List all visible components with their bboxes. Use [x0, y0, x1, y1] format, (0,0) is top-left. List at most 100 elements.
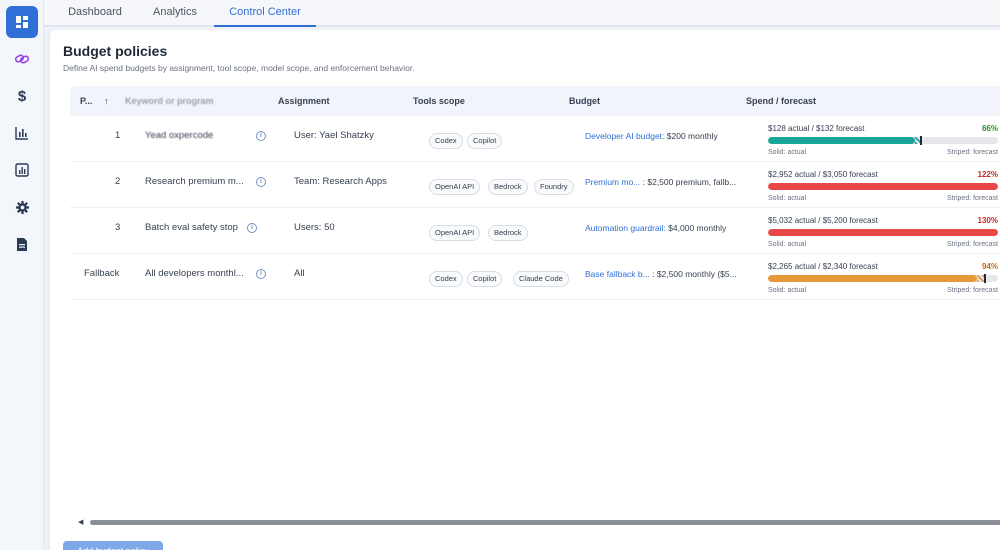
assignment-cell: Users: 50 [294, 222, 335, 233]
dollar-icon: $ [17, 87, 27, 105]
column-header-priority[interactable]: P... [80, 86, 92, 116]
add-budget-policy-button[interactable]: Add budget policy [63, 541, 163, 550]
budget-cell: Developer AI budget: $200 monthly [585, 131, 718, 141]
column-header-name[interactable]: Keyword or program [125, 86, 214, 116]
table-row[interactable]: Fallback All developers monthl... i All Code… [70, 254, 1000, 300]
info-icon[interactable]: i [256, 177, 266, 187]
priority-cell: 2 [115, 176, 121, 187]
budget-detail: $200 monthly [666, 131, 718, 141]
bar-chart-icon [15, 127, 28, 140]
budget-detail: $4,000 monthly [668, 223, 727, 233]
forecast-marker [984, 274, 986, 283]
budget-detail: : $2,500 premium, fallb... [642, 177, 737, 187]
table-header: P... ↑ Keyword or program Assignment Too… [70, 86, 1000, 116]
link-icon [14, 54, 30, 64]
main-area: Dashboard Analytics Control Center Budge… [44, 0, 1000, 550]
column-header-spend-forecast[interactable]: Spend / forecast [746, 86, 816, 116]
policy-name[interactable]: Yead oxpercode [145, 130, 213, 141]
priority-cell: 3 [115, 222, 121, 233]
budget-link[interactable]: Premium mo... [585, 177, 640, 187]
tool-chip: Codex [429, 271, 463, 287]
tab-analytics[interactable]: Analytics [144, 0, 206, 27]
actual-fill [768, 183, 998, 190]
horizontal-scrollbar[interactable]: ◀ [78, 518, 1000, 526]
report-chart-icon [15, 163, 29, 177]
sidebar: $ [0, 0, 44, 550]
spend-progress-bar [768, 275, 998, 282]
tool-chip: Copilot [467, 271, 503, 287]
sort-ascending-icon[interactable]: ↑ [104, 86, 109, 116]
tab-control-center[interactable]: Control Center [214, 0, 316, 27]
tool-chip: OpenAI API [429, 225, 481, 241]
budget-policies-card: Budget policies Define AI spend budgets … [50, 30, 1000, 550]
budget-link[interactable]: Automation guardrail: [585, 223, 666, 233]
tool-chip: Bedrock [488, 179, 528, 195]
spend-progress-bar [768, 229, 998, 236]
tool-chip: Codex [429, 133, 463, 149]
budget-cell: Base fallback b... : $2,500 monthly ($5.… [585, 269, 737, 279]
spend-progress-bar [768, 137, 998, 144]
column-header-tools-scope[interactable]: Tools scope [413, 86, 465, 116]
nav-billing-button[interactable]: $ [6, 80, 38, 112]
spend-percent: 66% [981, 124, 998, 133]
budget-cell: Premium mo... : $2,500 premium, fallb... [585, 177, 736, 187]
column-header-assignment[interactable]: Assignment [278, 86, 330, 116]
assignment-cell: Team: Research Apps [294, 176, 387, 187]
page-title: Budget policies [63, 43, 168, 59]
spend-text: $2,952 actual / $3,050 forecast [768, 170, 878, 179]
tab-dashboard[interactable]: Dashboard [60, 0, 130, 27]
spend-progress-bar [768, 183, 998, 190]
priority-cell: 1 [115, 130, 121, 141]
gear-icon [15, 200, 29, 214]
budget-cell: Automation guardrail: $4,000 monthly [585, 223, 726, 233]
actual-fill [768, 275, 977, 282]
nav-settings-button[interactable] [6, 191, 38, 223]
nav-analytics-button[interactable] [6, 117, 38, 149]
spend-percent: 130% [977, 216, 998, 225]
table-row[interactable]: 2 Research premium m... i Team: Research Ap… [70, 162, 1000, 208]
nav-reports-button[interactable] [6, 154, 38, 186]
spend-percent: 94% [981, 262, 998, 271]
legend-striped-label: Striped: forecast [947, 287, 998, 294]
legend-solid-label: Solid: actual [768, 287, 807, 294]
assignment-cell: User: Yael Shatzky [294, 130, 374, 141]
forecast-fill [977, 275, 984, 282]
assignment-cell: All [294, 268, 305, 279]
tool-chip: Foundry [534, 179, 574, 195]
column-header-budget[interactable]: Budget [569, 86, 600, 116]
tool-chip: Claude Code [513, 271, 569, 287]
nav-integrations-button[interactable] [6, 43, 38, 75]
policy-name[interactable]: All developers monthl... [145, 268, 244, 279]
legend-striped-label: Striped: forecast [947, 241, 998, 248]
priority-cell: Fallback [84, 268, 120, 279]
tab-bar: Dashboard Analytics Control Center [44, 0, 1000, 27]
actual-fill [768, 229, 998, 236]
spend-text: $2,265 actual / $2,340 forecast [768, 262, 878, 271]
spend-percent: 122% [977, 170, 998, 179]
nav-dashboard-button[interactable] [6, 6, 38, 38]
budget-link[interactable]: Base fallback b... [585, 269, 650, 279]
policy-name[interactable]: Research premium m... [145, 176, 244, 187]
page-subtitle: Define AI spend budgets by assignment, t… [63, 63, 415, 73]
legend-striped-label: Striped: forecast [947, 149, 998, 156]
policy-name[interactable]: Batch eval safety stop [145, 222, 238, 233]
spend-text: $128 actual / $132 forecast [768, 124, 865, 133]
dashboard-icon [16, 16, 28, 28]
tool-chip: Copilot [467, 133, 503, 149]
legend-solid-label: Solid: actual [768, 241, 807, 248]
legend-striped-label: Striped: forecast [947, 195, 998, 202]
budget-link[interactable]: Developer AI budget: [585, 131, 664, 141]
scroll-left-icon[interactable]: ◀ [78, 518, 83, 526]
table-row[interactable]: 1 Yead oxpercode i User: Yael Shatzky Codex C… [70, 116, 1000, 162]
info-icon[interactable]: i [256, 269, 266, 279]
info-icon[interactable]: i [247, 223, 257, 233]
table-row[interactable]: 3 Batch eval safety stop i Users: 50 OpenAI … [70, 208, 1000, 254]
actual-fill [768, 137, 915, 144]
info-icon[interactable]: i [256, 131, 266, 141]
nav-documents-button[interactable] [6, 228, 38, 260]
spend-text: $5,032 actual / $5,200 forecast [768, 216, 878, 225]
budget-detail: : $2,500 monthly ($5... [652, 269, 737, 279]
scrollbar-thumb[interactable] [90, 520, 1000, 525]
legend-solid-label: Solid: actual [768, 195, 807, 202]
document-icon [17, 237, 27, 251]
